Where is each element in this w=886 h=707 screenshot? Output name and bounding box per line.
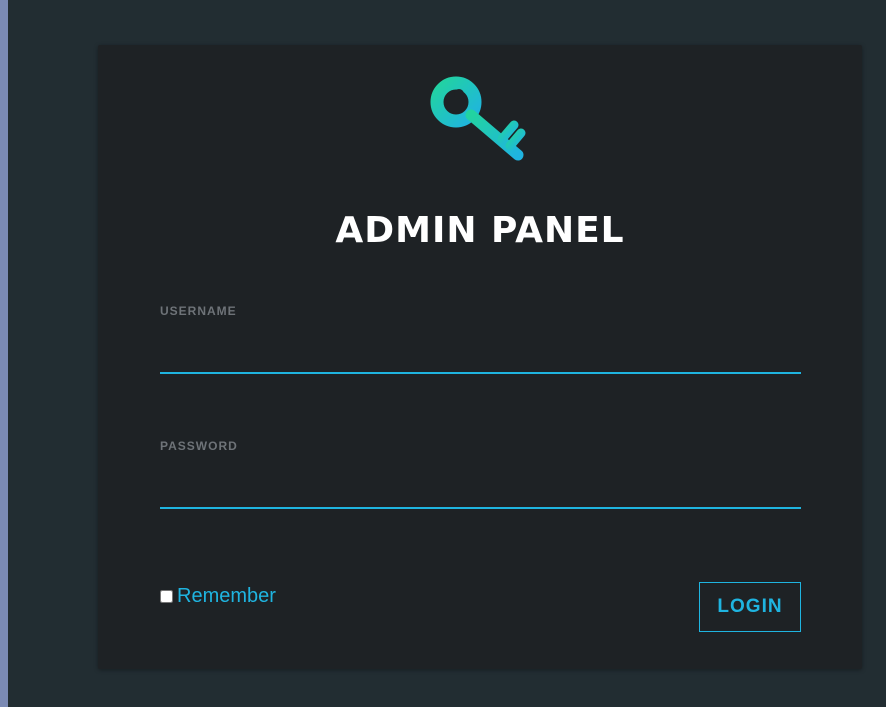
password-input[interactable] [160,477,801,509]
login-button[interactable]: LOGIN [699,582,801,632]
username-input[interactable] [160,342,801,374]
password-label: PASSWORD [160,439,238,453]
remember-label[interactable]: Remember [177,584,276,608]
key-icon [430,76,526,161]
remember-option[interactable]: Remember [160,584,276,608]
page-title: ADMIN PANEL [335,210,625,251]
left-edge-strip [0,0,8,707]
remember-checkbox[interactable] [160,589,173,603]
username-label: USERNAME [160,304,237,318]
login-card: ADMIN PANEL USERNAME PASSWORD Remember L… [98,45,862,669]
